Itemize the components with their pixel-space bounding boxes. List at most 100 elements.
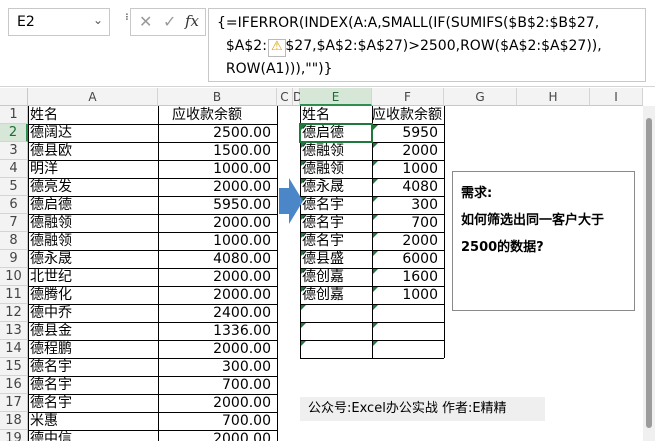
row-header-5[interactable]: 5 [0, 178, 28, 196]
cell-name[interactable]: 德启德 [28, 196, 158, 214]
column-header-g[interactable]: G [444, 88, 517, 106]
cell-balance[interactable]: 1000 [372, 286, 444, 304]
cell-balance[interactable]: 2000.00 [158, 340, 277, 358]
cell-balance[interactable]: 5950.00 [158, 196, 277, 214]
cell-balance[interactable]: 4080.00 [158, 250, 277, 268]
cell-balance[interactable]: 700 [372, 214, 444, 232]
cell-name[interactable]: 德永晟 [28, 250, 158, 268]
cell-name[interactable]: 德县盛 [300, 250, 372, 268]
cell-balance[interactable]: 2000.00 [158, 178, 277, 196]
column-header-c[interactable]: C [277, 88, 293, 106]
cell-balance[interactable]: 1600 [372, 268, 444, 286]
cell-name[interactable]: 德腾化 [28, 286, 158, 304]
cell-name[interactable]: 德融领 [300, 160, 372, 178]
warning-icon[interactable]: ⚠ [268, 39, 286, 57]
cell-name[interactable]: 德融领 [300, 142, 372, 160]
cell-balance[interactable]: 300 [372, 196, 444, 214]
cell-name[interactable]: 德融领 [28, 214, 158, 232]
row-header-10[interactable]: 10 [0, 268, 28, 286]
insert-function-button[interactable]: fx [185, 12, 199, 30]
cell-balance[interactable]: 300.00 [158, 358, 277, 376]
cell-balance[interactable]: 2000 [372, 232, 444, 250]
cell-name[interactable]: 德亮发 [28, 178, 158, 196]
row-header-6[interactable]: 6 [0, 196, 28, 214]
cell-name[interactable]: 德名宇 [28, 394, 158, 412]
cell-balance[interactable] [372, 322, 444, 340]
cell-name[interactable]: 德名宇 [28, 358, 158, 376]
chevron-down-icon[interactable]: ⌄ [93, 13, 103, 27]
column-header-d[interactable]: D [293, 88, 302, 106]
cell-name[interactable]: 德名宇 [300, 232, 372, 250]
cell-balance[interactable]: 2000.00 [158, 430, 277, 441]
cell-balance[interactable]: 2500.00 [158, 124, 277, 142]
row-header-16[interactable]: 16 [0, 376, 28, 394]
column-header-f[interactable]: F [372, 88, 444, 106]
cell-balance[interactable]: 1000.00 [158, 160, 277, 178]
cell-balance[interactable]: 4080 [372, 178, 444, 196]
cell-balance[interactable]: 6000 [372, 250, 444, 268]
cell-name[interactable]: 米惠 [28, 412, 158, 430]
column-header-h[interactable]: H [517, 88, 590, 106]
column-header-i[interactable]: I [590, 88, 643, 106]
cell-balance[interactable]: 2400.00 [158, 304, 277, 322]
cell-balance[interactable] [372, 304, 444, 322]
name-box[interactable]: E2 ⌄ [8, 8, 110, 36]
row-header-7[interactable]: 7 [0, 214, 28, 232]
cell-name[interactable]: 德融领 [28, 232, 158, 250]
cell-name[interactable] [300, 304, 372, 322]
row-header-19[interactable]: 19 [0, 430, 28, 441]
scrollbar-thumb[interactable] [646, 118, 652, 428]
cell-name[interactable]: 德程鹏 [28, 340, 158, 358]
column-header-e[interactable]: E [300, 88, 372, 106]
cell-name[interactable]: 德永晟 [300, 178, 372, 196]
column-header-a[interactable]: A [28, 88, 158, 106]
cell-balance[interactable]: 5950 [372, 124, 444, 142]
header-cell-name[interactable]: 姓名 [300, 106, 372, 124]
cell-name[interactable]: 德阔达 [28, 124, 158, 142]
row-header-13[interactable]: 13 [0, 322, 28, 340]
cell-name[interactable]: 德名宇 [300, 214, 372, 232]
row-header-11[interactable]: 11 [0, 286, 28, 304]
cell-name[interactable] [300, 322, 372, 340]
vertical-scrollbar[interactable] [643, 106, 655, 441]
cell-name[interactable]: 德创嘉 [300, 268, 372, 286]
cell-name[interactable] [300, 340, 372, 358]
row-header-4[interactable]: 4 [0, 160, 28, 178]
row-header-18[interactable]: 18 [0, 412, 28, 430]
row-header-8[interactable]: 8 [0, 232, 28, 250]
check-icon[interactable]: ✓ [163, 12, 176, 31]
row-header-3[interactable]: 3 [0, 142, 28, 160]
row-header-1[interactable]: 1 [0, 106, 28, 124]
row-header-9[interactable]: 9 [0, 250, 28, 268]
header-cell-balance[interactable]: 应收款余额 [372, 106, 444, 124]
close-icon[interactable]: ✕ [139, 12, 152, 31]
row-header-15[interactable]: 15 [0, 358, 28, 376]
cell-name[interactable]: 北世纪 [28, 268, 158, 286]
cell-balance[interactable]: 1000.00 [158, 232, 277, 250]
row-header-14[interactable]: 14 [0, 340, 28, 358]
cell-balance[interactable]: 1000 [372, 160, 444, 178]
cell-balance[interactable]: 1336.00 [158, 322, 277, 340]
cell-name[interactable]: 德名宇 [28, 376, 158, 394]
header-cell-balance[interactable]: 应收款余额 [158, 106, 277, 124]
cell-name[interactable]: 明洋 [28, 160, 158, 178]
row-header-2[interactable]: 2 [0, 124, 28, 142]
cell-balance[interactable]: 700.00 [158, 412, 277, 430]
cell-balance[interactable]: 2000.00 [158, 214, 277, 232]
cell-name[interactable]: 德中信 [28, 430, 158, 441]
cell-balance[interactable]: 2000.00 [158, 286, 277, 304]
row-header-17[interactable]: 17 [0, 394, 28, 412]
cell-balance[interactable] [372, 340, 444, 358]
header-cell-name[interactable]: 姓名 [28, 106, 158, 124]
cell-balance[interactable]: 2000 [372, 142, 444, 160]
cell-name[interactable]: 德创嘉 [300, 286, 372, 304]
cell-name[interactable]: 德县金 [28, 322, 158, 340]
cell-balance[interactable]: 1500.00 [158, 142, 277, 160]
active-cell-selection[interactable] [299, 123, 373, 143]
cell-name[interactable]: 德名宇 [300, 196, 372, 214]
cell-balance[interactable]: 2000.00 [158, 394, 277, 412]
select-all-corner[interactable] [0, 88, 28, 106]
cell-name[interactable]: 德县欧 [28, 142, 158, 160]
cell-balance[interactable]: 700.00 [158, 376, 277, 394]
row-header-12[interactable]: 12 [0, 304, 28, 322]
